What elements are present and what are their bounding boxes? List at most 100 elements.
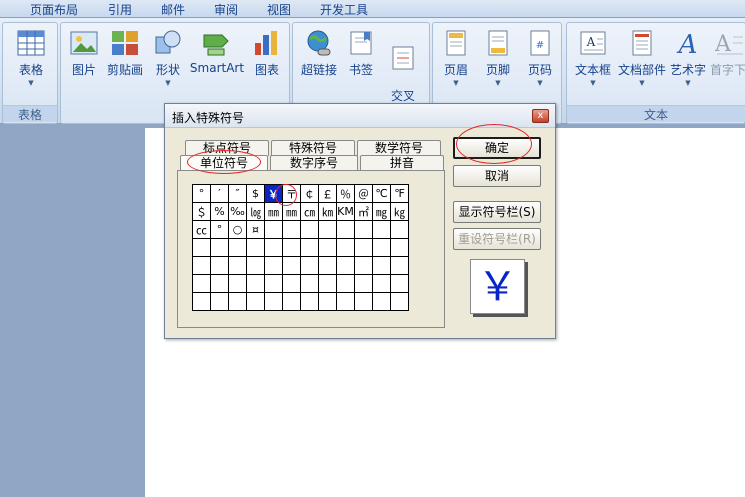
symbol-cell[interactable]: ‰ bbox=[228, 202, 247, 221]
symbol-cell[interactable] bbox=[372, 292, 391, 311]
show-symbol-bar-button[interactable]: 显示符号栏(S) bbox=[453, 201, 541, 223]
clipart-button[interactable]: 剪贴画 bbox=[105, 29, 145, 78]
symbol-cell[interactable] bbox=[336, 256, 355, 275]
symbol-cell[interactable]: ° bbox=[192, 184, 211, 203]
tab-special-symbols[interactable]: 特殊符号 bbox=[271, 140, 355, 156]
symbol-cell[interactable]: ％ bbox=[336, 184, 355, 203]
symbol-cell[interactable] bbox=[390, 274, 409, 293]
symbol-cell[interactable] bbox=[246, 292, 265, 311]
symbol-cell[interactable] bbox=[192, 238, 211, 257]
symbol-cell[interactable] bbox=[354, 238, 373, 257]
symbol-cell[interactable]: ㏒ bbox=[246, 202, 265, 221]
smartart-button[interactable]: SmartArt bbox=[189, 29, 245, 75]
symbol-cell[interactable]: ㎏ bbox=[390, 202, 409, 221]
reset-symbol-bar-button[interactable]: 重设符号栏(R) bbox=[453, 228, 541, 250]
symbol-cell[interactable] bbox=[336, 274, 355, 293]
chart-button[interactable]: 图表 bbox=[249, 29, 285, 78]
symbol-cell[interactable] bbox=[264, 256, 283, 275]
symbol-cell[interactable] bbox=[246, 238, 265, 257]
symbol-cell[interactable] bbox=[210, 256, 229, 275]
symbol-cell[interactable]: ㎞ bbox=[318, 202, 337, 221]
symbol-cell[interactable] bbox=[264, 292, 283, 311]
symbol-cell[interactable] bbox=[318, 274, 337, 293]
symbol-cell[interactable]: ＠ bbox=[354, 184, 373, 203]
drop-cap-button[interactable]: A 首字下 bbox=[709, 29, 745, 78]
symbol-cell[interactable] bbox=[210, 238, 229, 257]
symbol-cell[interactable] bbox=[228, 238, 247, 257]
header-button[interactable]: 页眉 ▼ bbox=[437, 29, 475, 87]
tab-references[interactable]: 引用 bbox=[108, 1, 132, 18]
symbol-cell[interactable] bbox=[210, 292, 229, 311]
tab-mailings[interactable]: 邮件 bbox=[161, 1, 185, 18]
symbol-cell[interactable] bbox=[282, 220, 301, 239]
symbol-cell[interactable]: ㏄ bbox=[192, 220, 211, 239]
symbol-cell[interactable] bbox=[246, 274, 265, 293]
symbol-cell[interactable] bbox=[228, 256, 247, 275]
symbol-cell[interactable] bbox=[354, 256, 373, 275]
symbol-cell[interactable] bbox=[282, 274, 301, 293]
symbol-cell[interactable]: ㎜ bbox=[264, 202, 283, 221]
symbol-cell[interactable] bbox=[282, 292, 301, 311]
shapes-button[interactable]: 形状 ▼ bbox=[151, 29, 185, 87]
tab-view[interactable]: 视图 bbox=[267, 1, 291, 18]
symbol-cell[interactable] bbox=[228, 292, 247, 311]
symbol-cell[interactable] bbox=[246, 256, 265, 275]
symbol-cell[interactable] bbox=[390, 220, 409, 239]
symbol-cell[interactable] bbox=[228, 274, 247, 293]
bookmark-button[interactable]: 书签 bbox=[343, 29, 379, 78]
symbol-cell[interactable] bbox=[300, 256, 319, 275]
symbol-cell[interactable]: ㎡ bbox=[354, 202, 373, 221]
tab-page-layout[interactable]: 页面布局 bbox=[30, 1, 78, 18]
tab-developer[interactable]: 开发工具 bbox=[320, 1, 368, 18]
close-button[interactable]: x bbox=[532, 109, 549, 123]
symbol-cell[interactable] bbox=[318, 292, 337, 311]
symbol-cell[interactable]: ′ bbox=[210, 184, 229, 203]
symbol-cell[interactable] bbox=[372, 274, 391, 293]
symbol-cell[interactable] bbox=[336, 292, 355, 311]
symbol-cell[interactable] bbox=[354, 292, 373, 311]
page-number-button[interactable]: # 页码 ▼ bbox=[521, 29, 559, 87]
symbol-cell[interactable] bbox=[336, 220, 355, 239]
symbol-cell[interactable] bbox=[264, 238, 283, 257]
symbol-cell[interactable]: ° bbox=[210, 220, 229, 239]
symbol-cell[interactable] bbox=[372, 256, 391, 275]
symbol-cell[interactable]: ＄ bbox=[192, 202, 211, 221]
symbol-cell[interactable] bbox=[300, 220, 319, 239]
picture-button[interactable]: 图片 bbox=[67, 29, 101, 78]
symbol-cell[interactable] bbox=[210, 274, 229, 293]
symbol-cell[interactable] bbox=[372, 238, 391, 257]
symbol-cell[interactable] bbox=[372, 220, 391, 239]
tab-review[interactable]: 审阅 bbox=[214, 1, 238, 18]
symbol-cell[interactable] bbox=[318, 220, 337, 239]
textbox-button[interactable]: A 文本框 ▼ bbox=[571, 29, 615, 87]
symbol-cell[interactable]: ㎎ bbox=[372, 202, 391, 221]
symbol-cell[interactable] bbox=[318, 256, 337, 275]
symbol-cell[interactable] bbox=[282, 238, 301, 257]
symbol-cell[interactable] bbox=[318, 238, 337, 257]
symbol-cell[interactable] bbox=[354, 274, 373, 293]
symbol-cell[interactable] bbox=[192, 292, 211, 311]
table-button[interactable]: 表格 ▼ bbox=[9, 29, 53, 87]
symbol-cell[interactable]: ″ bbox=[228, 184, 247, 203]
symbol-cell[interactable] bbox=[300, 238, 319, 257]
symbol-cell[interactable]: ℉ bbox=[390, 184, 409, 203]
symbol-cell[interactable]: KM bbox=[336, 202, 355, 221]
symbol-cell[interactable] bbox=[300, 274, 319, 293]
hyperlink-button[interactable]: 超链接 bbox=[297, 29, 341, 78]
symbol-cell[interactable]: ℃ bbox=[372, 184, 391, 203]
symbol-cell[interactable] bbox=[282, 256, 301, 275]
symbol-cell[interactable]: % bbox=[210, 202, 229, 221]
symbol-cell[interactable] bbox=[192, 274, 211, 293]
symbol-cell[interactable] bbox=[390, 256, 409, 275]
tab-pinyin[interactable]: 拼音 bbox=[360, 155, 444, 171]
symbol-cell[interactable]: ¤ bbox=[246, 220, 265, 239]
symbol-cell[interactable] bbox=[390, 238, 409, 257]
symbol-cell[interactable]: ￡ bbox=[318, 184, 337, 203]
symbol-cell[interactable] bbox=[390, 292, 409, 311]
footer-button[interactable]: 页脚 ▼ bbox=[479, 29, 517, 87]
symbol-cell[interactable]: ㎝ bbox=[300, 202, 319, 221]
tab-math-symbols[interactable]: 数学符号 bbox=[357, 140, 441, 156]
symbol-cell[interactable] bbox=[192, 256, 211, 275]
cancel-button[interactable]: 取消 bbox=[453, 165, 541, 187]
symbol-cell[interactable] bbox=[300, 292, 319, 311]
